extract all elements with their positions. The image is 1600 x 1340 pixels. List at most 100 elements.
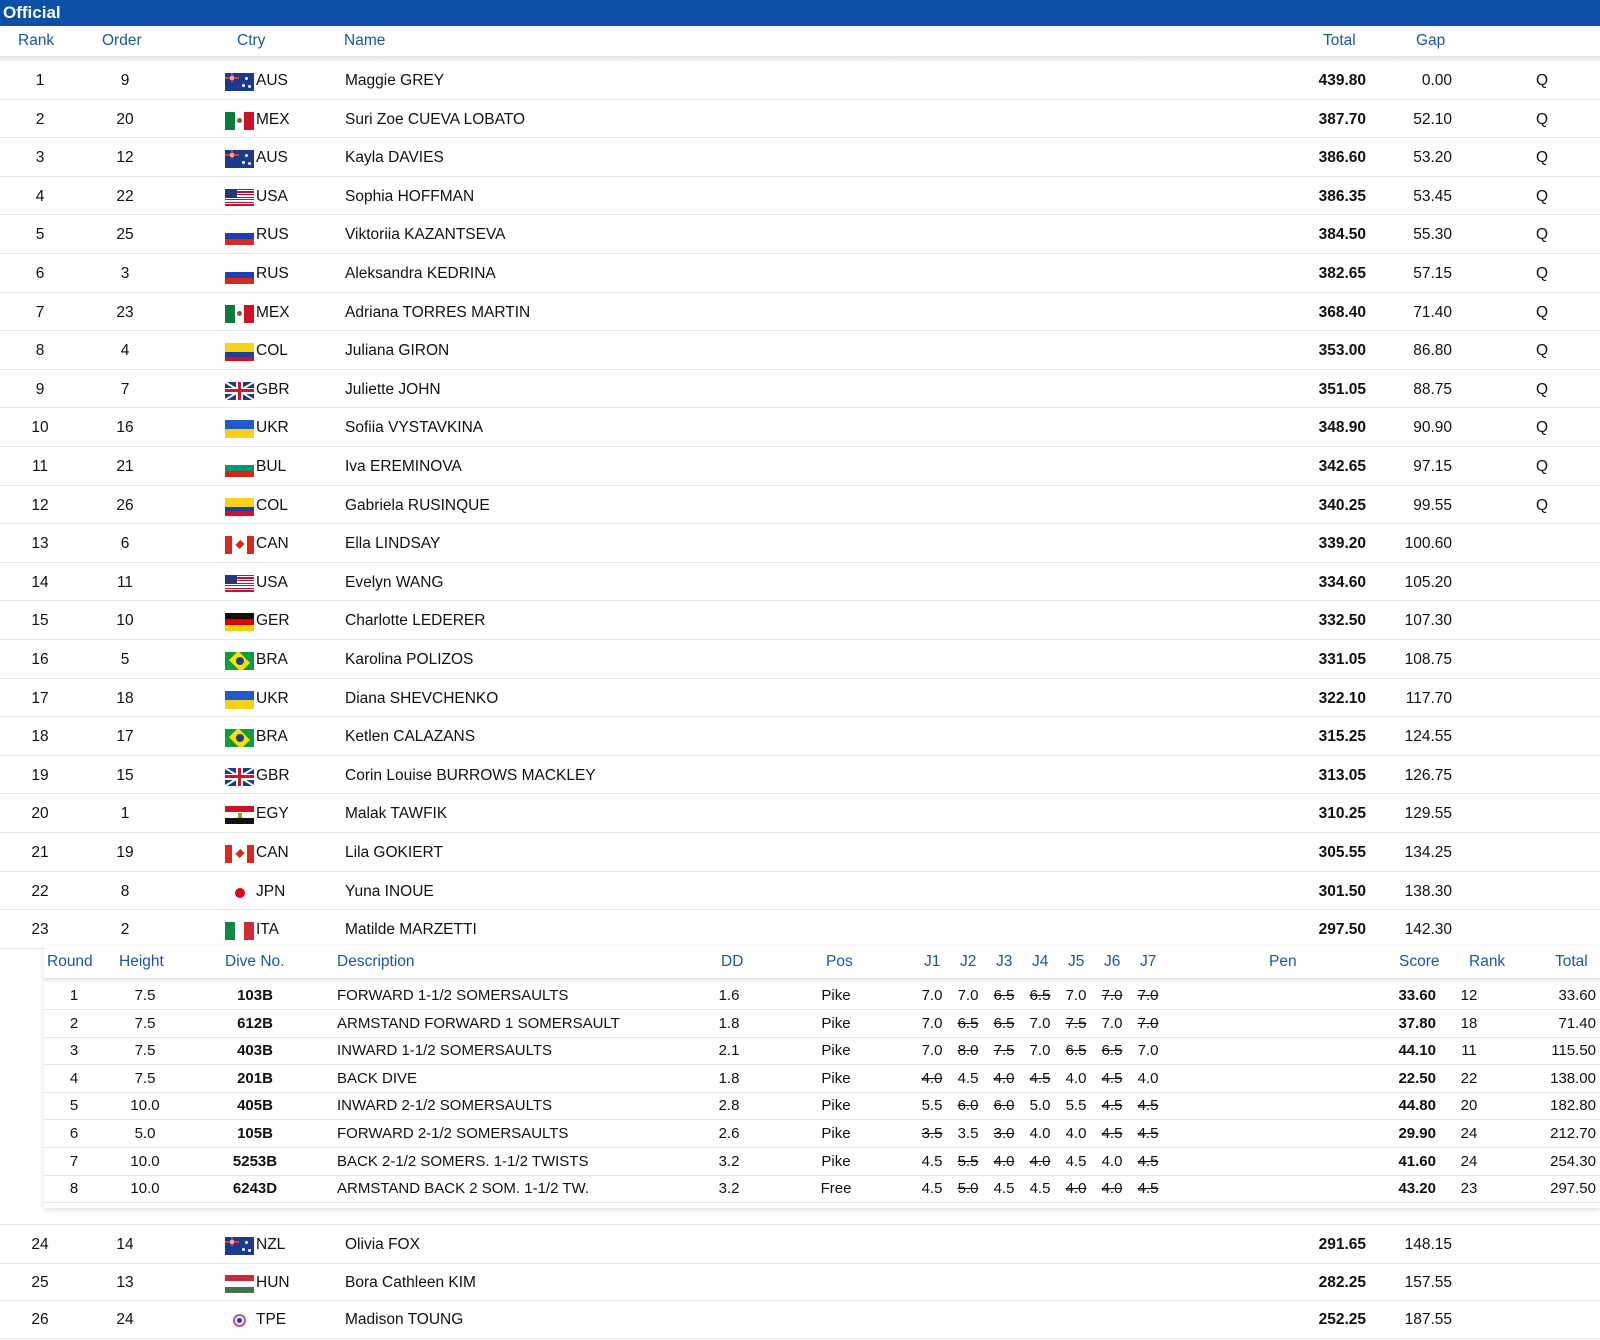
country-code: NZL: [256, 1236, 286, 1253]
judge-score-j3: 7.5: [993, 1042, 1015, 1060]
result-row[interactable]: 6 3 RUS Aleksandra KEDRINA 382.65 57.15 Q: [0, 254, 1600, 293]
result-row[interactable]: 5 25 RUS Viktoriia KAZANTSEVA 384.50 55.30 Q: [0, 215, 1600, 254]
result-row[interactable]: 3 12 AUS Kayla DAVIES 386.60 53.20 Q: [0, 138, 1600, 177]
col-header-total[interactable]: Total: [1323, 32, 1356, 50]
athlete-name[interactable]: Lila GOKIERT: [345, 844, 443, 862]
col-header-ctry[interactable]: Ctry: [237, 32, 265, 50]
total-score: 291.65: [1318, 1236, 1366, 1253]
result-row[interactable]: 25 13 HUN Bora Cathleen KIM 282.25 157.55: [0, 1263, 1600, 1302]
athlete-name[interactable]: Diana SHEVCHENKO: [345, 690, 498, 708]
flag-can-icon: [225, 845, 254, 863]
athlete-name[interactable]: Aleksandra KEDRINA: [345, 265, 496, 283]
athlete-name[interactable]: Charlotte LEDERER: [345, 612, 485, 630]
result-row[interactable]: 7 23 MEX Adriana TORRES MARTIN 368.40 71.40 Q: [0, 293, 1600, 332]
flag-usa-icon: [225, 574, 254, 593]
athlete-name[interactable]: Madison TOUNG: [345, 1311, 463, 1329]
athlete-name[interactable]: Karolina POLIZOS: [345, 651, 473, 669]
col-header-name[interactable]: Name: [344, 32, 385, 50]
result-row[interactable]: 4 22 USA Sophia HOFFMAN 386.35 53.45 Q: [0, 177, 1600, 216]
col-header-dive-rank: Rank: [1469, 953, 1506, 970]
judge-score-j1: 4.0: [921, 1069, 943, 1087]
country-code: GER: [256, 612, 290, 630]
athlete-name[interactable]: Sophia HOFFMAN: [345, 188, 474, 206]
result-row[interactable]: 2 20 MEX Suri Zoe CUEVA LOBATO 387.70 52.10 Q: [0, 100, 1600, 139]
athlete-name[interactable]: Juliana GIRON: [345, 342, 449, 360]
judge-score-j4: 4.0: [1029, 1152, 1051, 1170]
result-row[interactable]: 10 16 UKR Sofiia VYSTAVKINA 348.90 90.90 Q: [0, 408, 1600, 447]
athlete-name[interactable]: Juliette JOHN: [345, 381, 441, 399]
dive-rank: 23: [1460, 1180, 1478, 1198]
result-row[interactable]: 8 4 COL Juliana GIRON 353.00 86.80 Q: [0, 331, 1600, 370]
result-row[interactable]: 16 5 BRA Karolina POLIZOS 331.05 108.75: [0, 640, 1600, 679]
result-row[interactable]: 21 19 CAN Lila GOKIERT 305.55 134.25: [0, 833, 1600, 872]
athlete-name[interactable]: Yuna INOUE: [345, 883, 434, 901]
athlete-name[interactable]: Evelyn WANG: [345, 574, 443, 592]
result-row[interactable]: 24 14 NZL Olivia FOX 291.65 148.15: [0, 1225, 1600, 1264]
result-row[interactable]: 1 9 AUS Maggie GREY 439.80 0.00 Q: [0, 61, 1600, 100]
result-row[interactable]: 14 11 USA Evelyn WANG 334.60 105.20: [0, 563, 1600, 602]
athlete-name[interactable]: Olivia FOX: [345, 1236, 420, 1254]
col-header-rank[interactable]: Rank: [18, 32, 54, 50]
dive-number: 6243D: [232, 1180, 278, 1198]
flag-ukr-icon: [225, 690, 254, 709]
dive-position: Pike: [821, 1125, 851, 1142]
rank-cell: 25: [31, 1273, 49, 1291]
athlete-name[interactable]: Corin Louise BURROWS MACKLEY: [345, 767, 596, 785]
dive-position: Pike: [821, 1152, 851, 1170]
qualified-marker: Q: [1536, 380, 1549, 398]
country-code: JPN: [256, 882, 286, 900]
col-header-gap[interactable]: Gap: [1416, 32, 1445, 50]
athlete-name[interactable]: Iva EREMINOVA: [345, 458, 462, 476]
dive-score: 44.80: [1398, 1097, 1436, 1115]
judge-score-j6: 4.5: [1101, 1069, 1123, 1087]
athlete-name[interactable]: Gabriela RUSINQUE: [345, 497, 490, 515]
dive-description: FORWARD 1-1/2 SOMERSAULTS: [337, 987, 569, 1004]
judge-score-j1: 4.5: [921, 1180, 943, 1198]
result-row[interactable]: 26 24 TPE Madison TOUNG 252.25 187.55: [0, 1300, 1600, 1339]
athlete-name[interactable]: Malak TAWFIK: [345, 805, 447, 823]
result-row[interactable]: 22 8 JPN Yuna INOUE 301.50 138.30: [0, 872, 1600, 911]
athlete-name[interactable]: Bora Cathleen KIM: [345, 1274, 476, 1292]
judge-score-j3: 6.0: [993, 1097, 1015, 1115]
result-row[interactable]: 17 18 UKR Diana SHEVCHENKO 322.10 117.70: [0, 679, 1600, 718]
dive-row: 2 7.5 612B ARMSTAND FORWARD 1 SOMERSAULT 1.8…: [44, 1010, 1600, 1038]
qualified-marker: Q: [1536, 110, 1549, 128]
total-score: 382.65: [1318, 265, 1366, 282]
country-code: GBR: [256, 380, 290, 398]
result-row[interactable]: 12 26 COL Gabriela RUSINQUE 340.25 99.55 Q: [0, 486, 1600, 525]
country-code: RUS: [256, 265, 289, 282]
dive-score: 33.60: [1398, 987, 1436, 1004]
result-row[interactable]: 20 1 EGY Malak TAWFIK 310.25 129.55: [0, 794, 1600, 833]
athlete-name[interactable]: Matilde MARZETTI: [345, 921, 477, 939]
order-cell: 20: [116, 110, 134, 128]
athlete-name[interactable]: Viktoriia KAZANTSEVA: [345, 226, 506, 244]
judge-score-j2: 7.0: [957, 987, 979, 1004]
result-row[interactable]: 13 6 CAN Ella LINDSAY 339.20 100.60: [0, 524, 1600, 563]
athlete-name[interactable]: Kayla DAVIES: [345, 149, 444, 167]
judge-score-j7: 7.0: [1137, 1014, 1159, 1032]
athlete-name[interactable]: Maggie GREY: [345, 72, 444, 90]
athlete-name[interactable]: Sofiia VYSTAVKINA: [345, 419, 483, 437]
result-row[interactable]: 15 10 GER Charlotte LEDERER 332.50 107.30: [0, 601, 1600, 640]
gap-value: 108.75: [1404, 651, 1452, 668]
result-row[interactable]: 11 21 BUL Iva EREMINOVA 342.65 97.15 Q: [0, 447, 1600, 486]
col-header-pos: Pos: [826, 953, 853, 970]
dive-number: 5253B: [232, 1152, 278, 1170]
athlete-name[interactable]: Adriana TORRES MARTIN: [345, 304, 530, 322]
judge-score-j5: 4.0: [1065, 1125, 1087, 1142]
athlete-name[interactable]: Ella LINDSAY: [345, 535, 440, 553]
dive-position: Pike: [821, 1042, 851, 1060]
result-row[interactable]: 19 15 GBR Corin Louise BURROWS MACKLEY 313.0…: [0, 756, 1600, 795]
result-row[interactable]: 9 7 GBR Juliette JOHN 351.05 88.75 Q: [0, 370, 1600, 409]
result-row[interactable]: 23 2 ITA Matilde MARZETTI 297.50 142.30: [0, 910, 1600, 949]
athlete-name[interactable]: Suri Zoe CUEVA LOBATO: [345, 111, 525, 129]
judge-score-j4: 6.5: [1029, 987, 1051, 1004]
dive-rank: 24: [1460, 1125, 1478, 1142]
rank-cell: 6: [35, 265, 45, 282]
qualified-marker: Q: [1536, 303, 1549, 321]
col-header-round: Round: [47, 953, 93, 970]
result-row[interactable]: 18 17 BRA Ketlen CALAZANS 315.25 124.55: [0, 717, 1600, 756]
judge-score-j5: 5.5: [1065, 1097, 1087, 1115]
athlete-name[interactable]: Ketlen CALAZANS: [345, 728, 475, 746]
col-header-order[interactable]: Order: [102, 32, 142, 50]
